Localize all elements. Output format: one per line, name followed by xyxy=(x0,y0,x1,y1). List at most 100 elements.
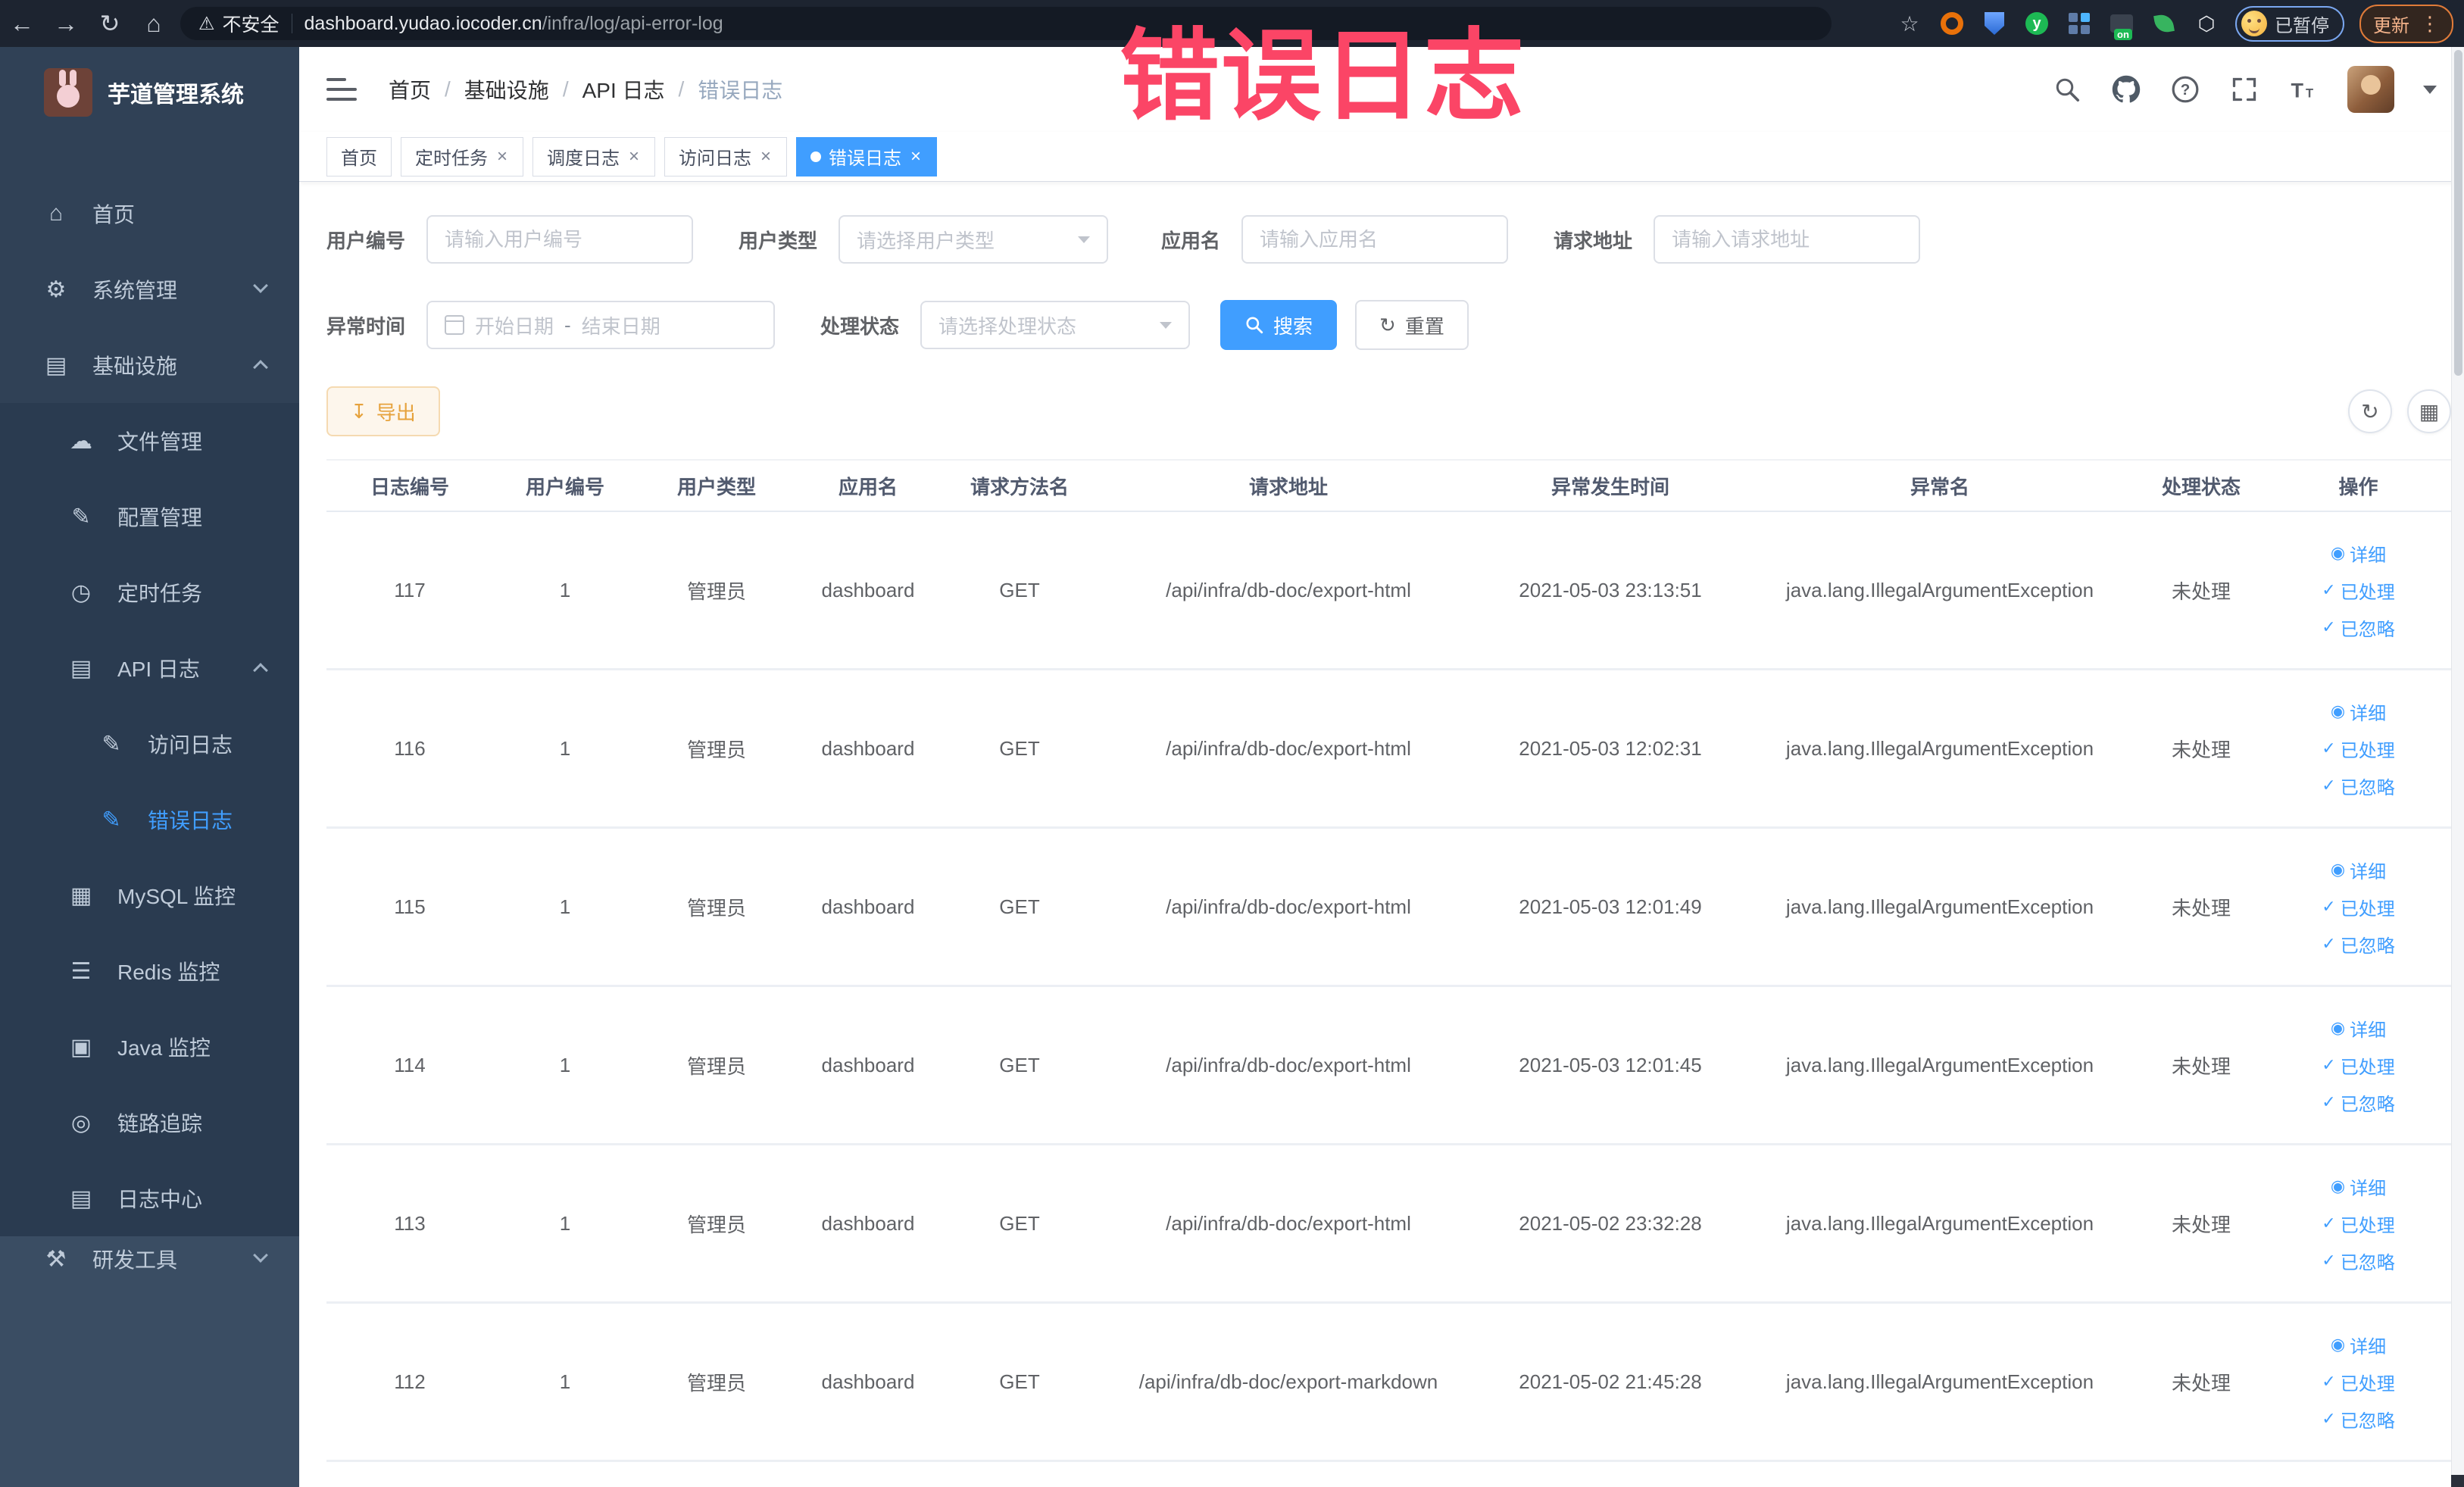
refresh-table-button[interactable]: ↻ xyxy=(2348,389,2392,433)
svg-text:?: ? xyxy=(2181,81,2191,98)
ignored-link[interactable]: ✓ 已忽略 xyxy=(2322,773,2394,799)
action-label: 详细 xyxy=(2350,1336,2387,1357)
detail-link[interactable]: ◉ 详细 xyxy=(2331,540,2386,567)
sidebar-item-file-manage[interactable]: ☁ 文件管理 xyxy=(0,403,299,479)
scrollbar-thumb[interactable] xyxy=(2454,50,2462,376)
sidebar-item-api-log[interactable]: ▤ API 日志 xyxy=(0,630,299,706)
detail-link[interactable]: ◉ 详细 xyxy=(2331,1015,2386,1042)
extension-orange-icon[interactable] xyxy=(1938,10,1966,37)
avatar-dropdown-caret-icon[interactable] xyxy=(2423,85,2437,94)
processed-link[interactable]: ✓ 已处理 xyxy=(2322,577,2394,604)
menu-kebab-icon[interactable]: ⋮ xyxy=(2420,12,2440,36)
detail-link[interactable]: ◉ 详细 xyxy=(2331,1332,2386,1358)
processed-link[interactable]: ✓ 已处理 xyxy=(2322,894,2394,920)
breadcrumb-item[interactable]: 首页 xyxy=(389,74,431,105)
sidebar-item-java-monitor[interactable]: ▣ Java 监控 xyxy=(0,1009,299,1085)
tab-label: 调度日志 xyxy=(547,148,620,169)
exception-time-range-picker[interactable]: 开始日期 - 结束日期 xyxy=(426,301,776,349)
ignored-link[interactable]: ✓ 已忽略 xyxy=(2322,1089,2394,1116)
sidebar-item-trace[interactable]: ◎ 链路追踪 xyxy=(0,1085,299,1161)
tab-首页[interactable]: 首页 xyxy=(326,136,392,177)
table-tools: ↻ ▦ xyxy=(2348,389,2451,433)
cell-app: dashboard xyxy=(821,736,915,760)
help-icon[interactable]: ? xyxy=(2170,74,2200,105)
breadcrumb-item[interactable]: API 日志 xyxy=(582,74,665,105)
processed-link[interactable]: ✓ 已处理 xyxy=(2322,1369,2394,1395)
user-id-label: 用户编号 xyxy=(326,229,406,252)
action-label: 已处理 xyxy=(2340,1057,2395,1078)
user-avatar[interactable] xyxy=(2347,66,2394,113)
table-row: 112 1 管理员 dashboard GET/api/infra/db-doc/exp… xyxy=(326,1304,2451,1462)
back-icon[interactable]: ← xyxy=(0,10,44,38)
ignored-link[interactable]: ✓ 已忽略 xyxy=(2322,1248,2394,1274)
app-name-label: 应用名 xyxy=(1161,229,1221,252)
browser-profile-chip[interactable]: 已暂停 xyxy=(2235,5,2344,42)
sidebar-item-error-log[interactable]: ✎ 错误日志 xyxy=(0,782,299,858)
extension-leaf-icon[interactable] xyxy=(2150,10,2178,37)
cell-actions: ◉ 详细 ✓ 已处理 ✓ 已忽略 xyxy=(2266,1332,2451,1432)
tab-错误日志[interactable]: 错误日志 × xyxy=(796,136,938,177)
sidebar-item-log-center[interactable]: ▤ 日志中心 xyxy=(0,1161,299,1236)
cell-method: GET xyxy=(999,1370,1040,1393)
close-icon[interactable]: × xyxy=(627,146,641,167)
extensions-puzzle-icon[interactable]: ⬡ xyxy=(2193,10,2220,37)
forward-icon[interactable]: → xyxy=(44,10,88,38)
app-name-input[interactable] xyxy=(1241,215,1509,264)
close-icon[interactable]: × xyxy=(759,146,773,167)
sidebar-item-redis-monitor[interactable]: ☰ Redis 监控 xyxy=(0,933,299,1009)
search-icon[interactable] xyxy=(2052,74,2082,105)
font-size-icon[interactable]: TT xyxy=(2288,74,2319,105)
app-header: 首页 / 基础设施 / API 日志 / 错误日志 ? TT xyxy=(299,47,2464,132)
extension-shield-icon[interactable] xyxy=(1981,10,2008,37)
app-title: 芋道管理系统 xyxy=(108,83,244,108)
detail-link[interactable]: ◉ 详细 xyxy=(2331,1173,2386,1200)
tab-定时任务[interactable]: 定时任务 × xyxy=(401,136,524,177)
sidebar-item-access-log[interactable]: ✎ 访问日志 xyxy=(0,706,299,782)
reload-icon[interactable]: ↻ xyxy=(88,9,132,38)
page-scrollbar[interactable] xyxy=(2451,47,2464,1487)
address-bar[interactable]: ⚠ 不安全 dashboard.yudao.iocoder.cn/infra/l… xyxy=(180,7,1832,40)
detail-link[interactable]: ◉ 详细 xyxy=(2331,857,2386,883)
extension-green-icon[interactable]: y xyxy=(2023,10,2050,37)
extension-onoff-icon[interactable] xyxy=(2108,10,2135,37)
ignored-link[interactable]: ✓ 已忽略 xyxy=(2322,614,2394,641)
process-status-placeholder: 请选择处理状态 xyxy=(938,314,1077,338)
breadcrumb-item[interactable]: 基础设施 xyxy=(464,74,549,105)
processed-link[interactable]: ✓ 已处理 xyxy=(2322,1211,2394,1237)
bookmark-star-icon[interactable]: ☆ xyxy=(1896,10,1923,37)
sidebar-item-scheduled-task[interactable]: ◷ 定时任务 xyxy=(0,555,299,630)
user-id-input[interactable] xyxy=(426,215,694,264)
sidebar-item-mysql-monitor[interactable]: ▦ MySQL 监控 xyxy=(0,858,299,933)
tab-访问日志[interactable]: 访问日志 × xyxy=(664,136,788,177)
sidebar-item-config-manage[interactable]: ✎ 配置管理 xyxy=(0,479,299,555)
ignored-link[interactable]: ✓ 已忽略 xyxy=(2322,931,2394,957)
browser-home-icon[interactable]: ⌂ xyxy=(132,10,176,38)
action-label: 已处理 xyxy=(2340,1215,2395,1236)
export-button[interactable]: ↧ 导出 xyxy=(326,386,440,436)
ignored-link[interactable]: ✓ 已忽略 xyxy=(2322,1406,2394,1432)
user-type-select[interactable]: 请选择用户类型 xyxy=(839,215,1109,264)
request-url-input[interactable] xyxy=(1654,215,1921,264)
reset-button[interactable]: ↻ 重置 xyxy=(1355,300,1469,350)
sidebar-item-infrastructure[interactable]: ▤ 基础设施 xyxy=(0,327,299,403)
sidebar-item-home[interactable]: ⌂ 首页 xyxy=(0,176,299,251)
cell-app: dashboard xyxy=(821,1211,915,1235)
check-icon: ✓ xyxy=(2322,580,2336,599)
fullscreen-icon[interactable] xyxy=(2229,74,2259,105)
cell-status: 未处理 xyxy=(2171,579,2231,603)
hamburger-icon[interactable] xyxy=(326,78,357,101)
browser-update-button[interactable]: 更新 ⋮ xyxy=(2359,4,2453,43)
github-icon[interactable] xyxy=(2111,74,2141,105)
tab-调度日志[interactable]: 调度日志 × xyxy=(532,136,656,177)
processed-link[interactable]: ✓ 已处理 xyxy=(2322,736,2394,762)
process-status-select[interactable]: 请选择处理状态 xyxy=(920,301,1191,349)
search-button[interactable]: 搜索 xyxy=(1220,300,1338,350)
close-icon[interactable]: × xyxy=(495,146,509,167)
detail-link[interactable]: ◉ 详细 xyxy=(2331,698,2386,725)
sidebar-item-gear[interactable]: ⚙ 系统管理 xyxy=(0,251,299,327)
column-header-4: 请求方法名 xyxy=(970,475,1069,498)
close-icon[interactable]: × xyxy=(909,146,923,167)
processed-link[interactable]: ✓ 已处理 xyxy=(2322,1052,2394,1079)
extension-grid-icon[interactable] xyxy=(2066,10,2093,37)
column-settings-button[interactable]: ▦ xyxy=(2407,389,2451,433)
